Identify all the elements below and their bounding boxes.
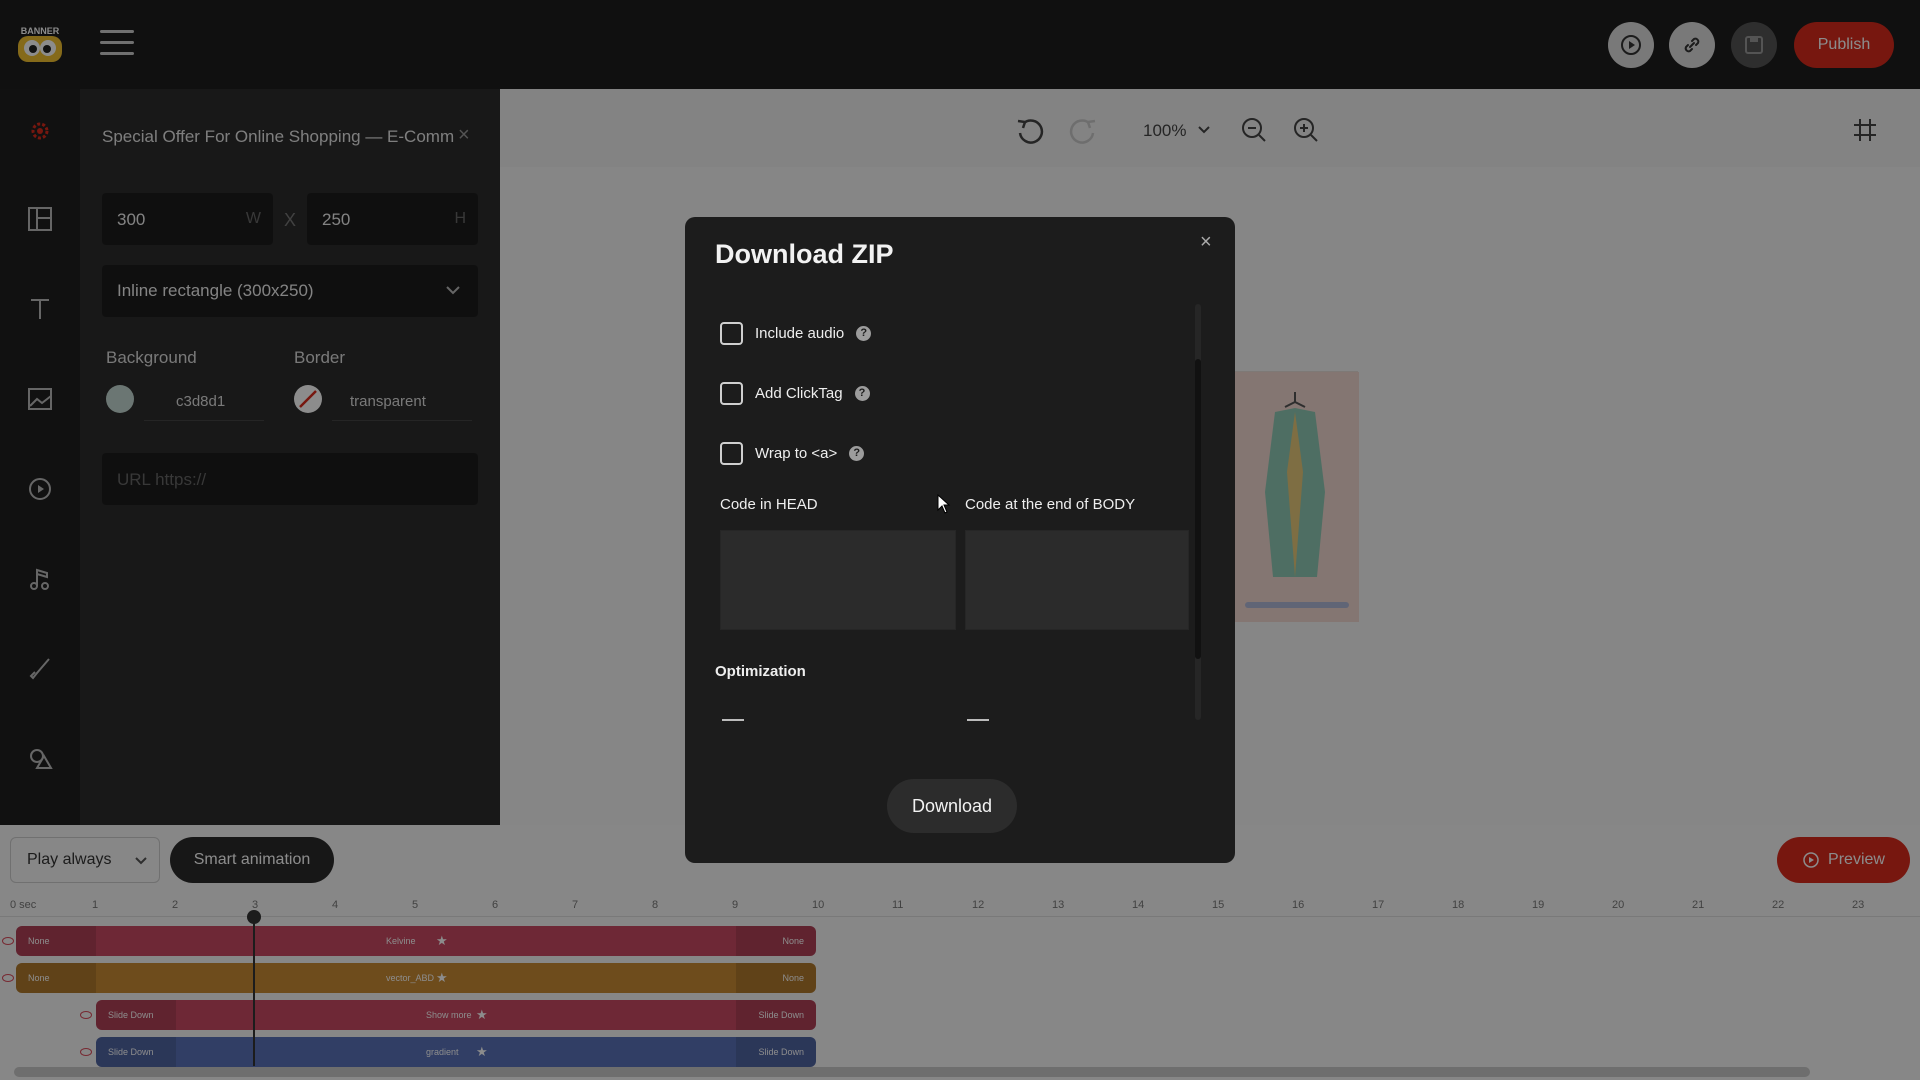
- help-icon[interactable]: ?: [849, 445, 865, 461]
- dialog-scrollbar[interactable]: [1195, 304, 1201, 720]
- help-icon[interactable]: ?: [854, 385, 870, 401]
- mouse-cursor-icon: [937, 494, 951, 514]
- add-clicktag-option[interactable]: Add ClickTag ?: [720, 381, 870, 405]
- dialog-scrollbar-thumb[interactable]: [1195, 359, 1201, 659]
- code-in-head-label: Code in HEAD: [720, 496, 818, 513]
- optimization-checkbox-partial[interactable]: [967, 719, 989, 722]
- add-clicktag-checkbox[interactable]: [720, 381, 743, 405]
- download-button[interactable]: Download: [887, 779, 1017, 833]
- wrap-to-a-option[interactable]: Wrap to <a> ?: [720, 441, 865, 465]
- include-audio-option[interactable]: Include audio ?: [720, 321, 872, 345]
- optimization-checkbox-partial[interactable]: [722, 719, 744, 722]
- code-in-head-textarea[interactable]: [720, 530, 956, 630]
- close-icon[interactable]: ×: [1200, 231, 1212, 254]
- help-icon[interactable]: ?: [856, 325, 872, 341]
- wrap-to-a-label: Wrap to <a>: [755, 444, 838, 462]
- include-audio-label: Include audio: [755, 324, 845, 342]
- include-audio-checkbox[interactable]: [720, 321, 743, 345]
- code-end-body-textarea[interactable]: [965, 530, 1189, 630]
- optimization-heading: Optimization: [715, 663, 806, 680]
- add-clicktag-label: Add ClickTag: [755, 384, 843, 402]
- download-zip-dialog: Download ZIP × Include audio ? Add Click…: [685, 217, 1235, 863]
- dialog-title: Download ZIP: [715, 239, 894, 269]
- code-end-body-label: Code at the end of BODY: [965, 496, 1136, 513]
- wrap-to-a-checkbox[interactable]: [720, 441, 743, 465]
